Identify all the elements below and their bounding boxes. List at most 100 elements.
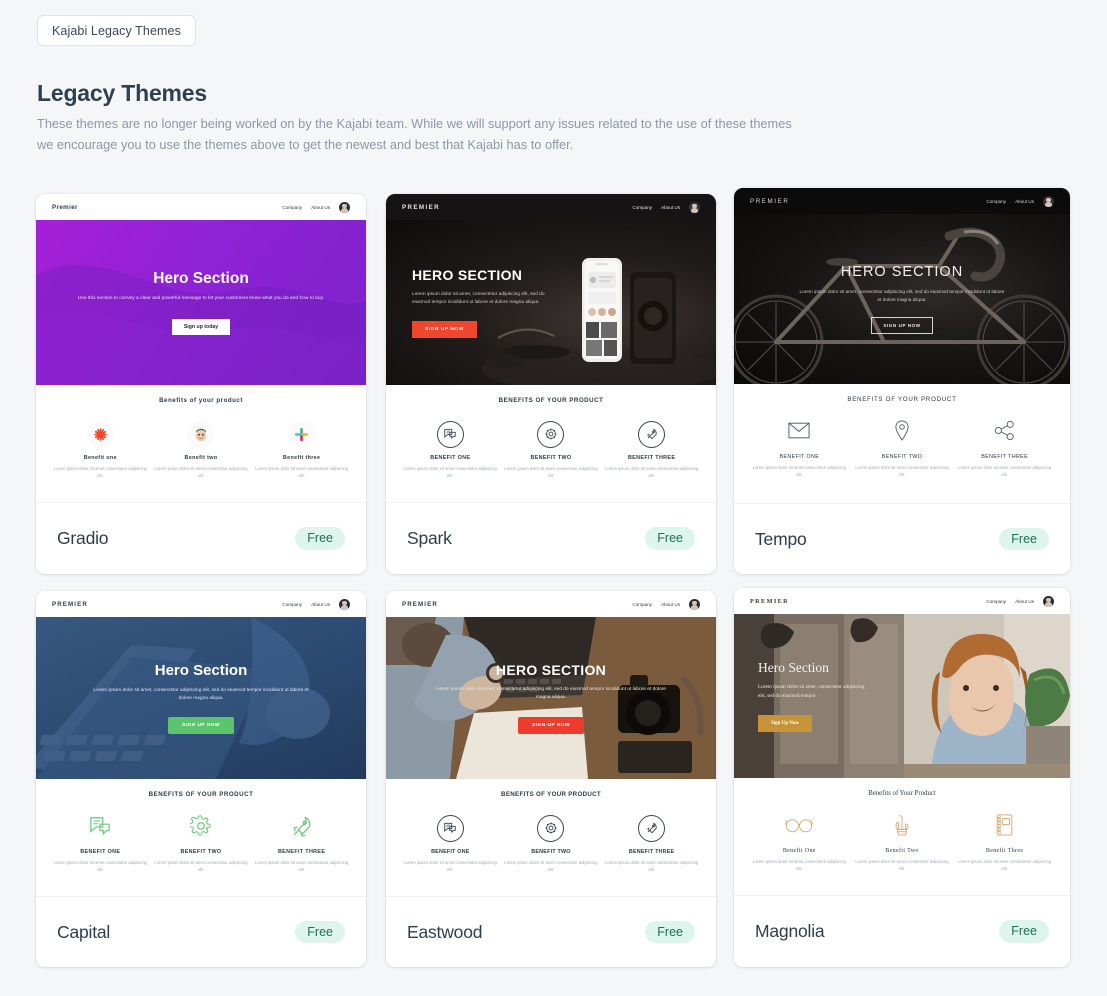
preview-nav-company: Company [986,198,1007,204]
benefit-desc: Lorem ipsum dolor sit amet consectetur a… [752,465,846,478]
theme-card-eastwood[interactable]: PREMIER Company About Us HERO SECTION Lo… [386,591,716,967]
benefit-desc: Lorem ipsum dolor sit amet consectetur a… [255,466,349,479]
benefit-title: BENEFIT TWO [530,455,572,461]
benefit-desc: Lorem ipsum dolor sit amet consectetur a… [154,466,248,479]
benefit-item: BENEFIT ONE Lorem ipsum dolor sit amet c… [54,812,148,873]
benefit-item: BENEFIT TWO Lorem ipsum dolor sit amet c… [504,418,598,479]
preview-hero-subtitle: Lorem ipsum dolor sit amet, consectetur … [412,291,545,305]
benefit-desc: Lorem ipsum dolor sit amet consectetur a… [958,465,1052,478]
preview-nav-about: About Us [1015,598,1034,604]
benefit-desc: Lorem ipsum dolor sit amet consectetur a… [53,466,147,479]
avatar-icon [339,201,350,213]
benefit-item: BENEFIT THREE Lorem ipsum dolor sit amet… [255,812,349,873]
benefit-item: BENEFIT ONE Lorem ipsum dolor sit amet c… [404,812,498,873]
benefit-desc: Lorem ipsum dolor sit amet consectetur a… [504,466,598,479]
benefit-title: BENEFIT ONE [430,455,471,461]
theme-card-footer: Tempo Free [734,503,1070,574]
status-badge: Free [295,920,345,944]
benefit-title: Benefit one [83,455,117,461]
preview-hero-title: HERO SECTION [840,263,964,280]
theme-card-footer: Gradio Free [36,502,366,574]
chat-icon [89,815,111,842]
benefit-item: Benefit Two Lorem ipsum dolor sit amet c… [854,811,949,872]
benefit-title: BENEFIT THREE [981,454,1029,460]
benefit-desc: Lorem ipsum dolor sit amet consectetur a… [403,860,497,873]
benefit-desc: Lorem ipsum dolor sit amet consectetur a… [855,465,949,478]
gear-icon [537,814,565,842]
preview-nav-about: About Us [661,204,680,210]
preview-benefits-heading: BENEFITS OF YOUR PRODUCT [847,396,957,403]
benefit-title: BENEFIT THREE [627,455,676,461]
benefit-item: Benefit two Lorem ipsum dolor sit amet c… [154,418,248,479]
preview-cta-button: SIGN UP NOW [871,317,933,335]
benefit-title: Benefit two [184,455,218,461]
themes-grid: Premier Company About Us Hero Section Us… [0,0,1107,996]
benefit-desc: Lorem ipsum dolor sit amet consectetur a… [255,860,349,873]
theme-name: Eastwood [407,921,483,942]
benefit-title: Benefit Three [985,848,1024,854]
preview-nav-company: Company [282,601,303,607]
benefit-title: BENEFIT THREE [277,849,326,855]
preview-brand: Premier [52,203,78,211]
benefit-title: Benefit One [782,848,816,854]
theme-name: Spark [407,528,452,548]
preview-hero-title: Hero Section [758,659,829,675]
avatar-icon [1043,595,1054,607]
preview-brand: PREMIER [402,600,438,608]
theme-card-capital[interactable]: PREMIER Company About Us Hero Section Lo… [36,591,366,967]
theme-preview-magnolia: PREMIER Company About Us Hero Section Lo… [734,588,1070,895]
benefit-desc: Lorem ipsum dolor sit amet consectetur a… [605,860,699,873]
theme-card-magnolia[interactable]: PREMIER Company About Us Hero Section Lo… [734,588,1070,967]
theme-name: Gradio [57,528,109,548]
theme-card-gradio[interactable]: Premier Company About Us Hero Section Us… [36,194,366,574]
preview-nav-company: Company [632,204,653,210]
theme-preview-capital: PREMIER Company About Us Hero Section Lo… [36,591,366,896]
benefit-title: BENEFIT TWO [531,849,571,855]
theme-card-footer: Capital Free [36,896,366,967]
benefit-item: Benefit Three Lorem ipsum dolor sit amet… [957,811,1052,872]
gear-icon [188,814,212,842]
theme-name: Tempo [755,528,807,549]
avatar-icon [1043,195,1054,207]
preview-benefits-heading: BENEFITS OF YOUR PRODUCT [148,791,254,798]
preview-brand: PREMIER [52,600,88,608]
notebook-icon [996,813,1013,841]
asterisk-icon [86,420,114,448]
preview-nav-about: About Us [311,601,330,607]
benefit-item: BENEFIT TWO Lorem ipsum dolor sit amet c… [154,812,248,873]
preview-hero-title: Hero Section [153,270,249,288]
benefit-title: BENEFIT TWO [881,454,923,460]
preview-cta-button: Sign up today [171,318,231,335]
preview-brand: PREMIER [402,203,440,211]
theme-preview-spark: PREMIER Company About Us HERO SECTION Lo… [386,194,716,502]
benefit-item: BENEFIT TWO Lorem ipsum dolor sit amet c… [854,417,949,478]
theme-card-footer: Magnolia Free [734,895,1070,967]
benefit-desc: Lorem ipsum dolor sit amet consectetur a… [53,860,147,873]
benefit-title: BENEFIT ONE [80,849,121,855]
theme-preview-gradio: Premier Company About Us Hero Section Us… [36,194,366,502]
benefit-title: Benefit three [282,455,321,461]
preview-nav-about: About Us [1015,198,1034,204]
status-badge: Free [295,527,345,550]
preview-cta-button: SIGN UP NOW [168,717,234,735]
theme-card-spark[interactable]: PREMIER Company About Us HERO SECTION Lo… [386,194,716,574]
preview-benefits-heading: Benefits of Your Product [868,790,936,797]
benefit-item: BENEFIT THREE Lorem ipsum dolor sit amet… [605,418,699,479]
benefit-desc: Lorem ipsum dolor sit amet consectetur a… [958,859,1052,872]
benefit-desc: Lorem ipsum dolor sit amet consectetur a… [752,859,846,872]
preview-hero-subtitle: Lorem ipsum dolor sit amet, consectetur … [93,687,309,701]
preview-brand: PREMIER [750,197,790,205]
envelope-icon [788,422,810,444]
benefit-item: Benefit one Lorem ipsum dolor sit amet c… [54,418,148,479]
theme-preview-eastwood: PREMIER Company About Us HERO SECTION Lo… [386,591,716,896]
avatar-icon [339,598,350,610]
benefit-desc: Lorem ipsum dolor sit amet consectetur a… [855,859,949,872]
preview-cta-button: SIGN UP NOW [412,321,477,339]
theme-name: Capital [57,921,111,942]
benefit-title: BENEFIT THREE [628,849,675,855]
benefit-title: Benefit Two [885,848,919,854]
theme-card-tempo[interactable]: PREMIER Company About Us HERO SECTION Lo… [734,188,1070,574]
preview-benefits-heading: BENEFITS OF YOUR PRODUCT [498,397,604,404]
preview-nav-company: Company [986,598,1007,604]
glasses-icon [785,817,813,838]
